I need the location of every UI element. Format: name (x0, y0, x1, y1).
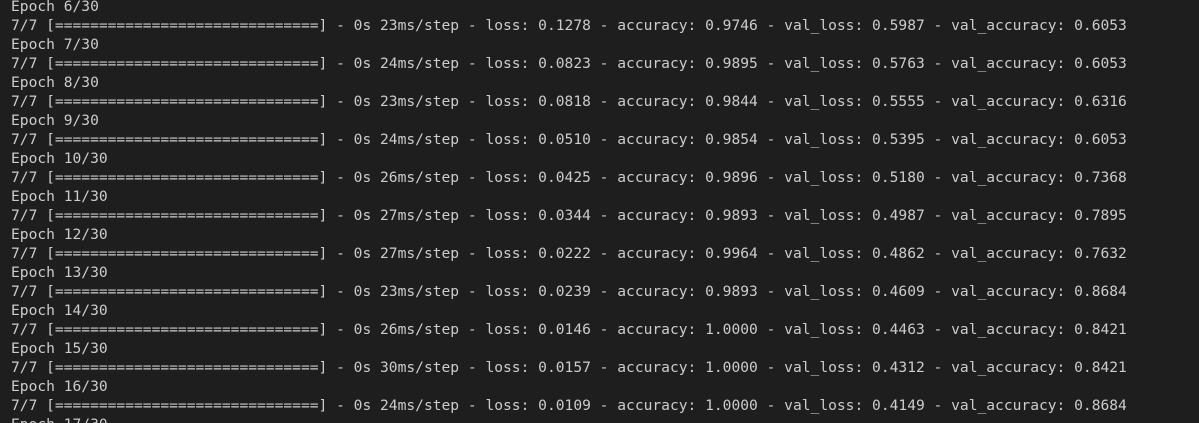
output-line: Epoch 11/30 (11, 188, 108, 205)
output-line: Epoch 13/30 (11, 264, 108, 281)
output-line: 7/7 [==============================] - 0… (11, 93, 1127, 110)
output-line: 7/7 [==============================] - 0… (11, 17, 1127, 34)
terminal-output[interactable]: Epoch 6/30 7/7 [========================… (0, 0, 1199, 423)
output-line: Epoch 15/30 (11, 340, 108, 357)
output-line: Epoch 6/30 (11, 0, 99, 15)
output-line: Epoch 10/30 (11, 150, 108, 167)
output-line: 7/7 [==============================] - 0… (11, 321, 1127, 338)
output-line: Epoch 16/30 (11, 378, 108, 395)
output-line: Epoch 12/30 (11, 226, 108, 243)
output-line: 7/7 [==============================] - 0… (11, 397, 1127, 414)
output-line: 7/7 [==============================] - 0… (11, 359, 1127, 376)
output-line: Epoch 8/30 (11, 74, 99, 91)
output-line: Epoch 17/30 (11, 415, 1127, 423)
output-line: Epoch 9/30 (11, 112, 99, 129)
output-line: 7/7 [==============================] - 0… (11, 245, 1127, 262)
output-line: Epoch 7/30 (11, 36, 99, 53)
output-line: 7/7 [==============================] - 0… (11, 169, 1127, 186)
output-line: 7/7 [==============================] - 0… (11, 207, 1127, 224)
output-line: 7/7 [==============================] - 0… (11, 283, 1127, 300)
output-line: Epoch 14/30 (11, 302, 108, 319)
output-line: 7/7 [==============================] - 0… (11, 131, 1127, 148)
output-lines: Epoch 6/30 7/7 [========================… (11, 0, 1127, 423)
output-line: 7/7 [==============================] - 0… (11, 55, 1127, 72)
